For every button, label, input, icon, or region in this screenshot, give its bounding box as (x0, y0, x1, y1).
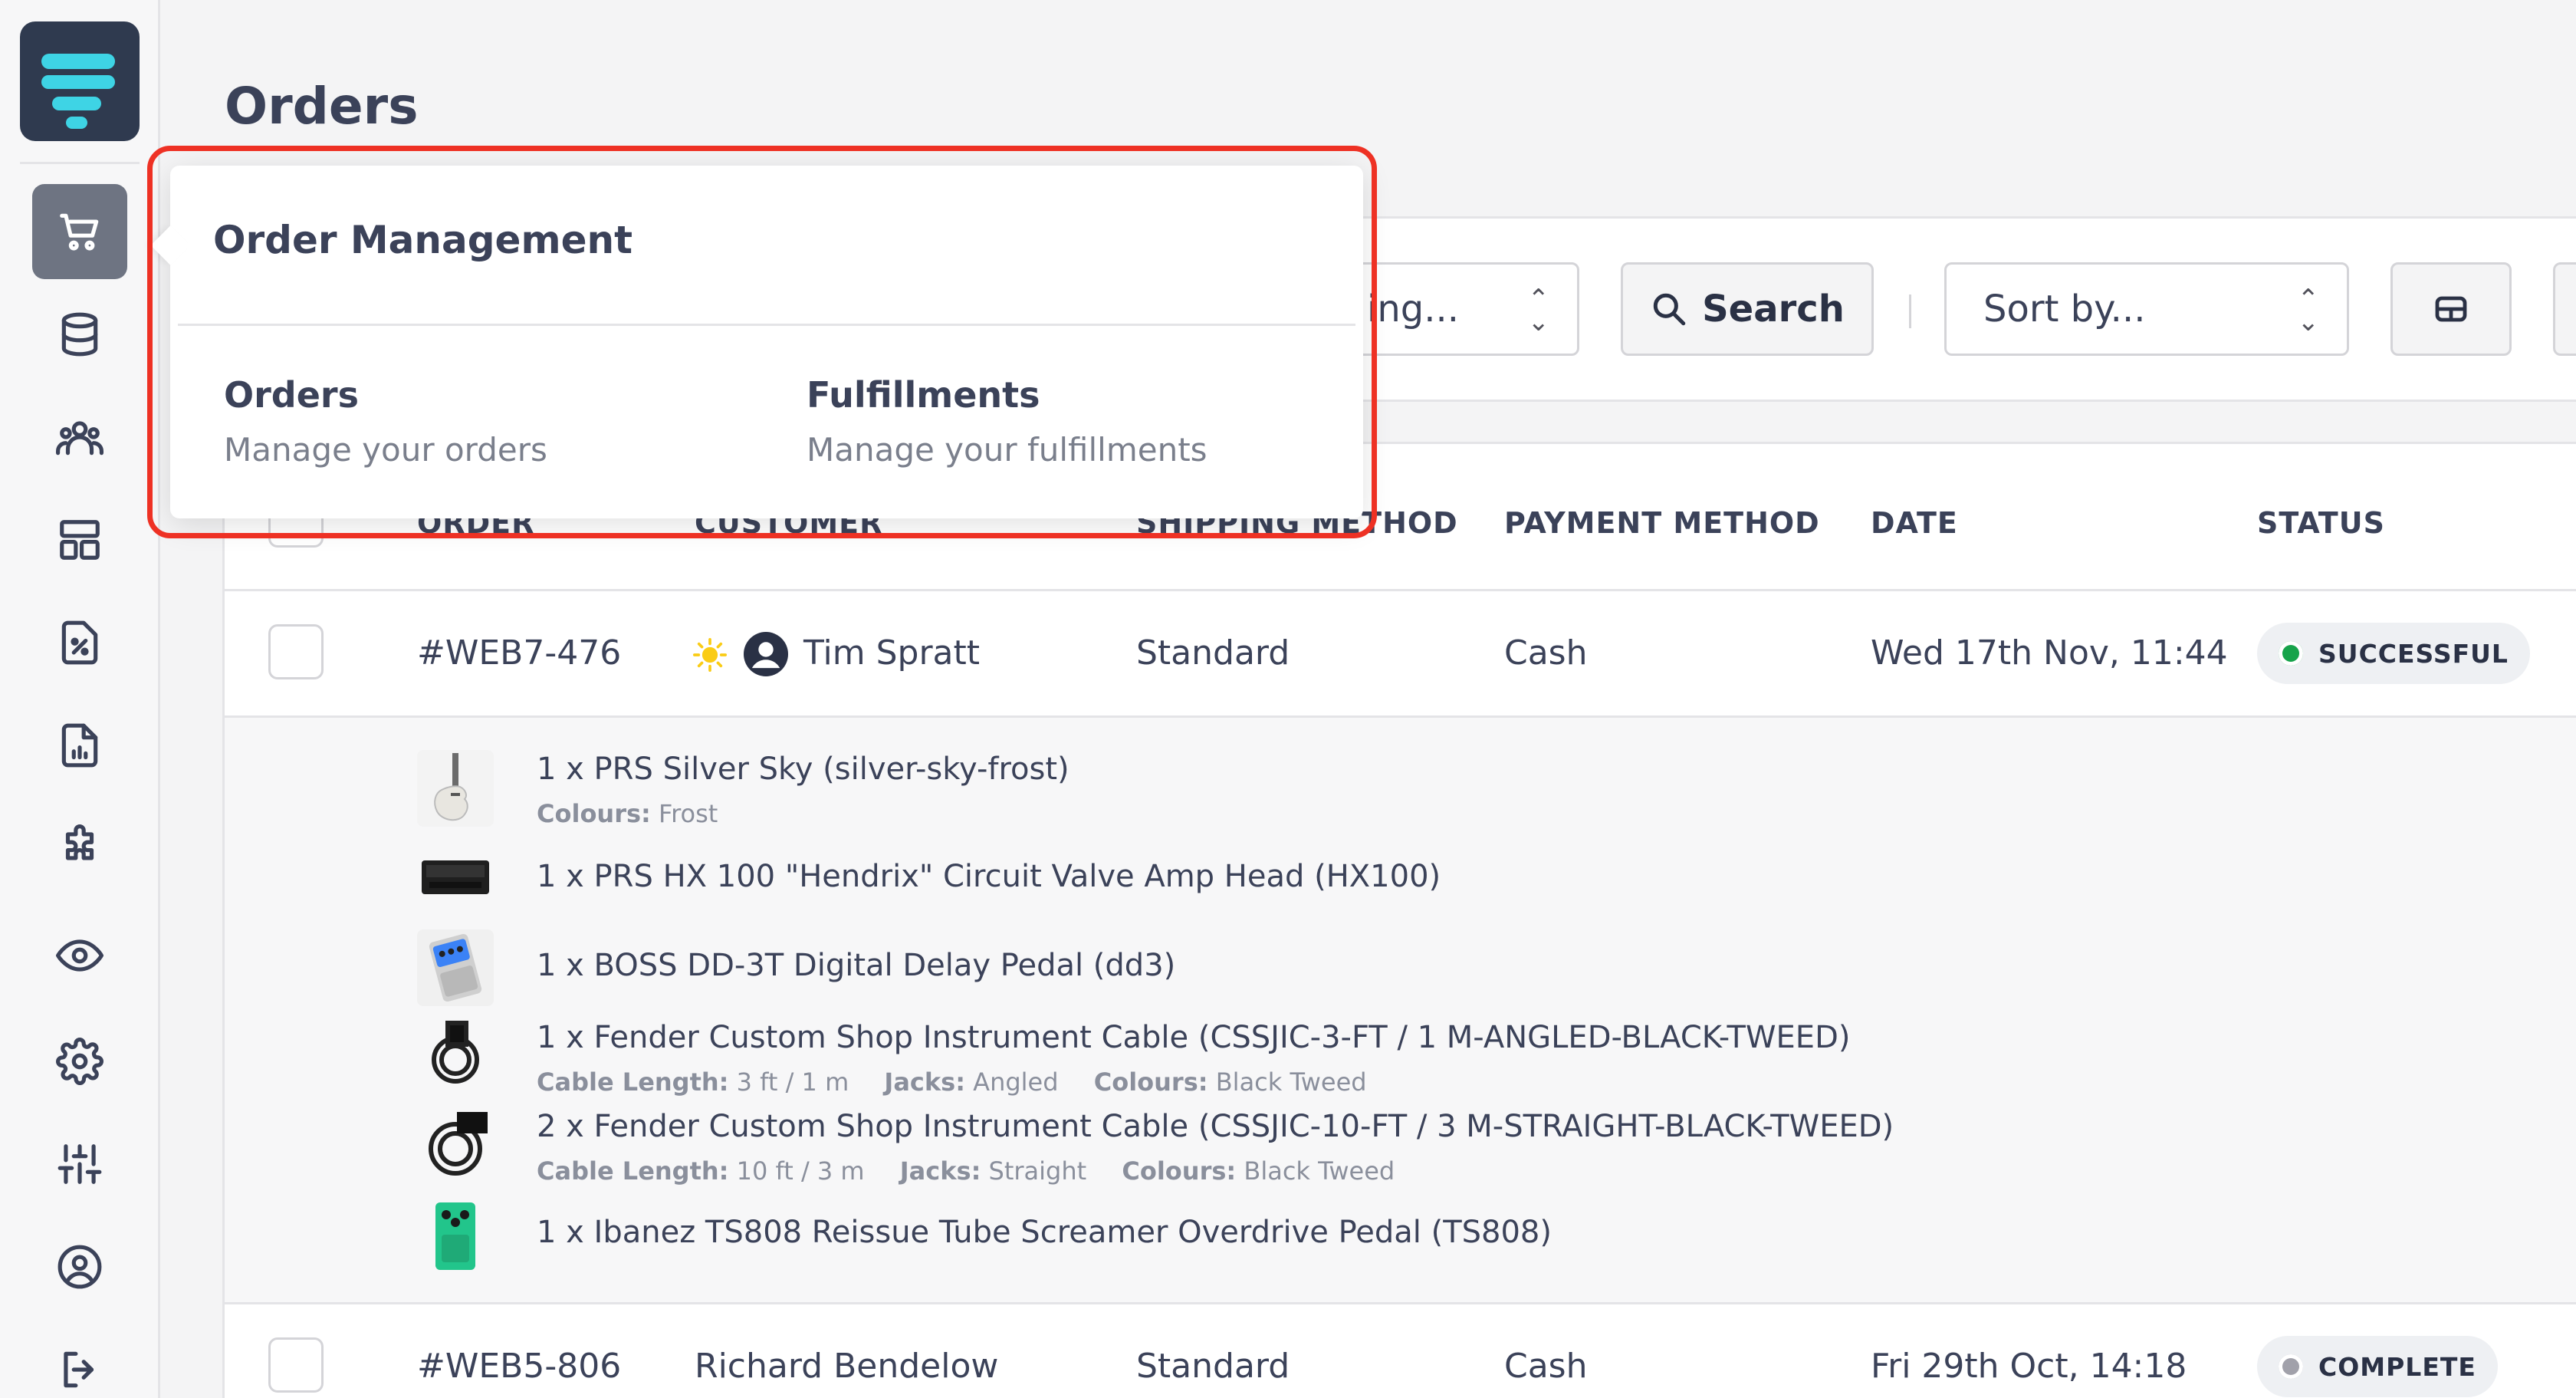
user-circle-icon (58, 1245, 102, 1289)
sidebar-divider (20, 162, 140, 164)
status-label: SUCCESSFUL (2318, 638, 2509, 669)
report-icon (61, 723, 98, 768)
order-item: 1 x Fender Custom Shop Instrument Cable … (537, 1020, 1851, 1055)
avatar (744, 632, 788, 676)
meta-label: Cable Length: (537, 1156, 729, 1186)
app-logo[interactable] (20, 21, 140, 141)
order-item: 1 x PRS HX 100 "Hendrix" Circuit Valve A… (537, 859, 1441, 894)
product-thumbnail (417, 1106, 494, 1183)
row-checkbox[interactable] (268, 1337, 324, 1393)
table-view-icon (2435, 296, 2467, 322)
search-icon (1653, 293, 1686, 326)
nav-logout[interactable] (32, 1322, 127, 1398)
shipping-method: Standard (1136, 633, 1290, 673)
logo-mark (41, 75, 115, 89)
search-button-label: Search (1702, 288, 1845, 331)
product-thumbnail (417, 1017, 494, 1094)
more-button[interactable] (2553, 262, 2576, 356)
order-number[interactable]: #WEB7-476 (417, 633, 621, 673)
meta-value: Straight (988, 1156, 1087, 1186)
nav-configuration[interactable] (32, 1117, 127, 1212)
meta-label: Colours: (1093, 1067, 1208, 1097)
discount-icon (61, 620, 98, 665)
sliders-icon (58, 1144, 102, 1184)
order-item: 1 x BOSS DD-3T Digital Delay Pedal (dd3) (537, 948, 1176, 983)
payment-method: Cash (1504, 1347, 1588, 1386)
product-thumbnail (417, 1198, 494, 1275)
status-badge: SUCCESSFUL (2257, 623, 2530, 684)
gear-icon (56, 1038, 104, 1085)
product-thumbnail (417, 750, 494, 827)
header-date[interactable]: DATE (1871, 506, 1958, 540)
puzzle-icon (65, 824, 94, 860)
order-date: Wed 17th Nov, 11:44 (1871, 633, 2228, 673)
status-dot (2279, 641, 2303, 666)
nav-discounts[interactable] (32, 595, 127, 690)
eye-icon (56, 939, 104, 972)
page-title: Orders (225, 77, 419, 136)
status-dot (2279, 1354, 2303, 1379)
sort-select-value: Sort by... (1983, 288, 2146, 331)
order-item-meta: Cable Length: 10 ft / 3 m Jacks: Straigh… (537, 1156, 1395, 1186)
logo-mark (66, 117, 87, 129)
meta-label: Colours: (1122, 1156, 1237, 1186)
shipping-method: Standard (1136, 1347, 1290, 1386)
row-divider (225, 1302, 2576, 1304)
select-arrows-icon: ⌃ ⌄ (2297, 284, 2320, 337)
sun-icon (693, 638, 727, 672)
order-item: 1 x Ibanez TS808 Reissue Tube Screamer O… (537, 1215, 1552, 1250)
nav-customers[interactable] (32, 390, 127, 485)
nav-preview[interactable] (32, 908, 127, 1003)
highlight-outline (147, 146, 1377, 538)
order-item: 2 x Fender Custom Shop Instrument Cable … (537, 1109, 1894, 1144)
cart-icon (60, 213, 99, 251)
sidebar (0, 0, 160, 1398)
header-status[interactable]: STATUS (2257, 506, 2385, 540)
select-arrows-icon: ⌃ ⌄ (1527, 284, 1550, 337)
meta-value: Frost (659, 799, 718, 828)
meta-value: 10 ft / 3 m (736, 1156, 865, 1186)
customer-name[interactable]: Tim Spratt (803, 633, 980, 673)
row-checkbox[interactable] (268, 624, 324, 679)
status-label: COMPLETE (2318, 1351, 2476, 1382)
search-button[interactable]: Search (1621, 262, 1874, 356)
nav-orders[interactable] (32, 184, 127, 279)
order-item-meta: Cable Length: 3 ft / 1 m Jacks: Angled C… (537, 1067, 1367, 1097)
users-icon (56, 421, 104, 456)
nav-reports[interactable] (32, 698, 127, 793)
layout-icon (60, 520, 100, 560)
payment-method: Cash (1504, 633, 1588, 673)
meta-value: Black Tweed (1244, 1156, 1395, 1186)
toolbar-separator (1909, 294, 1911, 328)
meta-value: 3 ft / 1 m (736, 1067, 849, 1097)
meta-label: Cable Length: (537, 1067, 729, 1097)
nav-database[interactable] (32, 287, 127, 382)
row-divider (225, 589, 2576, 591)
order-date: Fri 29th Oct, 14:18 (1871, 1347, 2187, 1386)
nav-extensions[interactable] (32, 801, 127, 896)
meta-label: Jacks: (899, 1156, 981, 1186)
database-icon (61, 312, 98, 357)
meta-value: Angled (973, 1067, 1059, 1097)
filter-select-value: ing... (1367, 288, 1459, 331)
nav-account[interactable] (32, 1219, 127, 1314)
product-thumbnail (417, 839, 494, 916)
meta-label: Jacks: (884, 1067, 965, 1097)
status-badge: COMPLETE (2257, 1336, 2498, 1397)
nav-settings[interactable] (32, 1014, 127, 1109)
meta-value: Black Tweed (1215, 1067, 1367, 1097)
logo-mark (41, 54, 115, 69)
nav-layout[interactable] (32, 492, 127, 587)
sort-select[interactable]: Sort by... ⌃ ⌄ (1944, 262, 2349, 356)
customer-name[interactable]: Richard Bendelow (695, 1347, 998, 1386)
product-thumbnail (417, 929, 494, 1006)
meta-label: Colours: (537, 799, 651, 828)
logo-mark (52, 97, 101, 110)
header-payment-method[interactable]: PAYMENT METHOD (1504, 506, 1820, 540)
order-item: 1 x PRS Silver Sky (silver-sky-frost) (537, 752, 1070, 787)
view-toggle-button[interactable] (2390, 262, 2512, 356)
order-item-meta: Colours: Frost (537, 799, 718, 828)
logout-icon (64, 1351, 94, 1388)
order-number[interactable]: #WEB5-806 (417, 1347, 621, 1386)
